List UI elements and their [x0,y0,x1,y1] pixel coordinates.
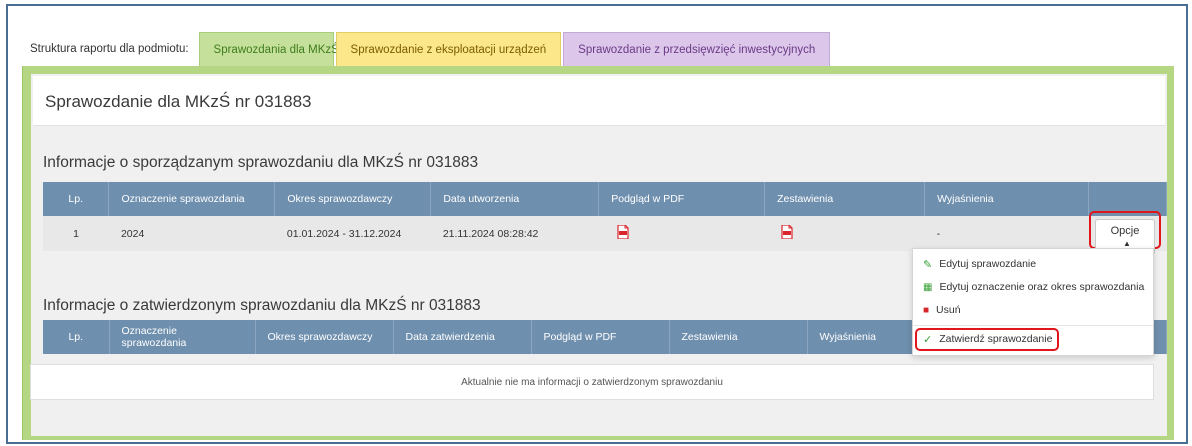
cell-wyjasnienia: - [924,216,1089,251]
table-row: 1 2024 01.01.2024 - 31.12.2024 21.11.202… [43,216,1167,251]
cell-pdf [598,216,765,251]
col-lp: Lp. [43,182,110,216]
menu-item-edit-period[interactable]: ▦ Edytuj oznaczenie oraz okres sprawozda… [913,277,1153,297]
col-oznaczenie: Oznaczenie sprawozdania [109,320,256,354]
col-zestawienia: Zestawienia [669,320,808,354]
cell-zestawienia [764,216,925,251]
options-highlight: Opcje ▲ [1089,211,1161,255]
col-zestawienia: Zestawienia [764,182,926,216]
draft-report-table: Lp. Oznaczenie sprawozdania Okres sprawo… [43,182,1168,251]
trash-icon: ■ [923,304,930,316]
col-oznaczenie: Oznaczenie sprawozdania [108,182,276,216]
menu-item-edit-report[interactable]: ✎ Edytuj sprawozdanie [913,254,1153,274]
page-title: Sprawozdanie dla MKzŚ nr 031883 [45,92,312,111]
cell-oznaczenie: 2024 [108,216,275,251]
menu-item-label: Usuń [936,304,961,316]
section-approved-heading: Informacje o zatwierdzonym sprawozdaniu … [43,297,481,314]
edit-icon: ✎ [923,258,933,271]
tab-sprawozdania-mkzs[interactable]: Sprawozdania dla MKzŚ [198,32,339,66]
calendar-icon: ▦ [923,281,933,293]
cell-lp: 1 [43,216,109,251]
menu-item-label: Edytuj oznaczenie oraz okres sprawozdani… [939,281,1145,293]
report-structure-tabs: Struktura raportu dla podmiotu: Sprawozd… [22,32,832,66]
menu-divider [913,325,1153,326]
caret-up-icon: ▲ [1123,239,1131,248]
cell-okres: 01.01.2024 - 31.12.2024 [274,216,431,251]
menu-item-label: Edytuj sprawozdanie [939,258,1037,270]
col-okres: Okres sprawozdawczy [274,182,432,216]
col-data-zatwierdzenia: Data zatwierdzenia [393,320,532,354]
tab-przedsiewziecia-inwestycyjne[interactable]: Sprawozdanie z przedsięwzięć inwestycyjn… [563,32,831,66]
col-okres: Okres sprawozdawczy [255,320,394,354]
options-dropdown-menu: ✎ Edytuj sprawozdanie ▦ Edytuj oznaczeni… [912,248,1154,356]
tabs-label: Struktura raportu dla podmiotu: [30,43,189,55]
col-data-utworzenia: Data utworzenia [430,182,600,216]
menu-item-approve-report[interactable]: ✓ Zatwierdź sprawozdanie [913,329,1153,349]
title-box: Sprawozdanie dla MKzŚ nr 031883 [33,76,1165,126]
menu-item-label: Zatwierdź sprawozdanie [939,333,1053,345]
section-draft-heading: Informacje o sporządzanym sprawozdaniu d… [43,154,479,171]
summary-pdf-icon[interactable] [781,225,793,239]
options-label: Opcje [1110,225,1140,237]
col-podglad-pdf: Podgląd w PDF [598,182,766,216]
menu-item-delete[interactable]: ■ Usuń [913,300,1153,320]
col-wyjasnienia: Wyjaśnienia [924,182,1089,216]
check-icon: ✓ [923,333,933,346]
col-lp: Lp. [43,320,110,354]
tab-eksploatacja-urzadzen[interactable]: Sprawozdanie z eksploatacji urządzeń [335,32,562,66]
cell-data: 21.11.2024 08:28:42 [430,216,599,251]
pdf-preview-icon[interactable] [617,225,629,239]
empty-approved-message: Aktualnie nie ma informacji o zatwierdzo… [30,364,1154,400]
col-podglad-pdf: Podgląd w PDF [531,320,670,354]
